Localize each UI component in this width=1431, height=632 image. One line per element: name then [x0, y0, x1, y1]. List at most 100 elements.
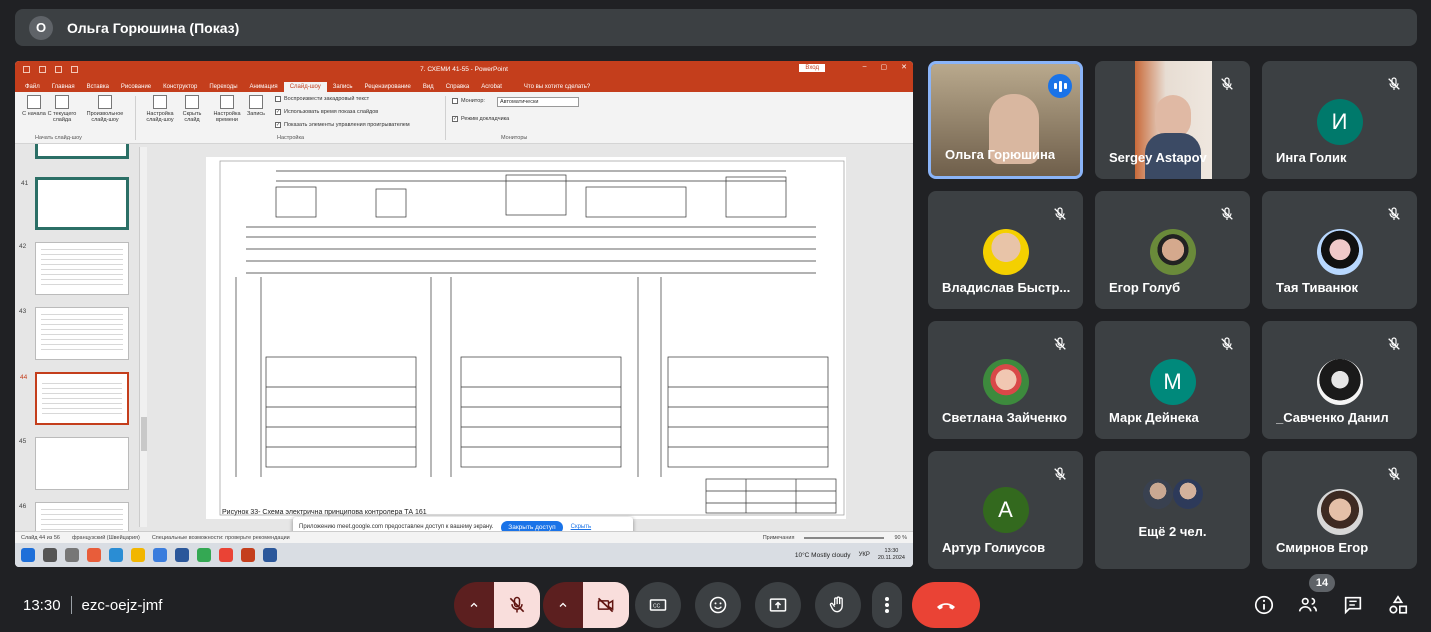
word-icon[interactable] — [263, 548, 277, 562]
participant-name: Егор Голуб — [1109, 280, 1181, 295]
participant-tile[interactable]: Sergey Astapov — [1095, 61, 1250, 179]
check-presenter-view[interactable]: ✓ Режим докладчика — [452, 116, 509, 122]
pp-status-bar: Слайд 44 из 56 французский (Швейцария) С… — [15, 531, 913, 543]
participant-tile[interactable]: Владислав Быстр... — [928, 191, 1083, 309]
presenter-bar[interactable]: О Ольга Горюшина (Показ) — [15, 9, 1417, 46]
meeting-details-button[interactable] — [1253, 594, 1275, 616]
custom-show-button[interactable]: Произвольное слайд-шоу — [81, 95, 129, 123]
rehearse-timings-button[interactable]: Настройка времени — [210, 95, 244, 123]
check-media-controls[interactable]: ✓ Показать элементы управления проигрыват… — [275, 122, 410, 128]
tab-transitions[interactable]: Переходы — [203, 82, 243, 92]
captions-button[interactable]: CC — [635, 582, 681, 628]
tab-record[interactable]: Запись — [327, 82, 359, 92]
tab-help[interactable]: Справка — [440, 82, 476, 92]
participant-tile[interactable]: А Артур Голиусов — [928, 451, 1083, 569]
app-icon[interactable] — [87, 548, 101, 562]
audio-options-button[interactable] — [454, 582, 494, 628]
tab-animations[interactable]: Анимация — [244, 82, 284, 92]
tab-insert[interactable]: Вставка — [81, 82, 115, 92]
shapes-icon — [1389, 595, 1408, 614]
more-options-button[interactable] — [872, 582, 902, 628]
search-icon[interactable] — [43, 548, 57, 562]
present-now-button[interactable] — [755, 582, 801, 628]
tab-draw[interactable]: Рисование — [115, 82, 157, 92]
checkbox-checked[interactable]: ✓ — [275, 122, 281, 128]
activities-button[interactable] — [1387, 594, 1409, 616]
notes-button[interactable]: Примечания — [763, 535, 795, 541]
current-slide[interactable]: Рисунок 33- Схема электрична принципова … — [206, 157, 846, 519]
chrome-icon[interactable] — [219, 548, 233, 562]
tab-design[interactable]: Конструктор — [157, 82, 203, 92]
checkbox-checked[interactable]: ✓ — [275, 109, 281, 115]
edge-icon[interactable] — [109, 548, 123, 562]
windows-start-icon[interactable] — [21, 548, 35, 562]
slide-thumbnail[interactable]: 42 — [19, 242, 129, 295]
language-indicator[interactable]: французский (Швейцария) — [72, 535, 140, 541]
scrollbar-thumb[interactable] — [141, 417, 147, 451]
chat-button[interactable] — [1342, 594, 1364, 616]
keyboard-language[interactable]: УКР — [859, 552, 870, 558]
setup-show-button[interactable]: Настройка слайд-шоу — [143, 95, 177, 123]
checkbox-checked[interactable]: ✓ — [452, 116, 458, 122]
camera-toggle-button[interactable] — [583, 582, 629, 628]
meeting-code[interactable]: ezc-oejz-jmf — [82, 597, 163, 614]
minimize-icon[interactable]: – — [863, 63, 867, 71]
pp-sign-in-button[interactable]: Вход — [799, 64, 825, 72]
slide-thumbnail[interactable]: 45 — [19, 437, 129, 490]
participant-tile[interactable]: Светлана Зайченко — [928, 321, 1083, 439]
weather-widget[interactable]: 10°C Mostly cloudy — [795, 552, 851, 559]
tab-review[interactable]: Рецензирование — [358, 82, 416, 92]
window-controls[interactable]: – ▢ ✕ — [863, 63, 907, 71]
tab-acrobat[interactable]: Acrobat — [475, 82, 508, 92]
people-button[interactable] — [1297, 594, 1319, 616]
status-right: Примечания 90 % — [763, 535, 913, 541]
participant-tile[interactable]: Смирнов Егор — [1262, 451, 1417, 569]
raise-hand-button[interactable] — [815, 582, 861, 628]
slide-thumbnail[interactable] — [35, 144, 129, 159]
check-timings[interactable]: ✓ Использовать время показа слайдов — [275, 109, 378, 115]
tell-me-search[interactable]: Что вы хотите сделать? — [518, 82, 596, 92]
hide-slide-button[interactable]: Скрыть слайд — [175, 95, 209, 123]
zoom-slider[interactable] — [804, 536, 885, 539]
from-current-button[interactable]: С текущего слайда — [45, 95, 79, 123]
slide-thumbnail[interactable]: 43 — [19, 307, 129, 360]
mic-toggle-button[interactable] — [494, 582, 540, 628]
taskbar-clock[interactable]: 13:30 20.11.2024 — [878, 548, 905, 562]
system-tray: УКР 13:30 20.11.2024 — [859, 548, 913, 562]
tab-slideshow[interactable]: Слайд-шоу — [283, 82, 327, 92]
record-button[interactable]: Запись — [243, 95, 269, 117]
tab-view[interactable]: Вид — [417, 82, 440, 92]
powerpoint-icon[interactable] — [241, 548, 255, 562]
hide-notification-link[interactable]: Скрыть — [571, 524, 591, 530]
participant-tile[interactable]: М Марк Дейнека — [1095, 321, 1250, 439]
video-options-button[interactable] — [543, 582, 583, 628]
participant-tile[interactable]: Ольга Горюшина — [928, 61, 1083, 179]
chrome-icon[interactable] — [197, 548, 211, 562]
thumbnail-scrollbar[interactable] — [139, 147, 147, 527]
store-icon[interactable] — [153, 548, 167, 562]
accessibility-status[interactable]: Специальные возможности: проверьте реком… — [152, 535, 290, 541]
schematic-diagram — [219, 160, 845, 516]
explorer-icon[interactable] — [131, 548, 145, 562]
participant-tile[interactable]: Егор Голуб — [1095, 191, 1250, 309]
participant-tile[interactable]: И Инга Голик — [1262, 61, 1417, 179]
leave-call-button[interactable] — [912, 582, 980, 628]
slide-thumbnail[interactable]: 41 — [21, 177, 129, 230]
reactions-button[interactable] — [695, 582, 741, 628]
tab-file[interactable]: Файл — [19, 82, 46, 92]
slide-thumbnail-selected[interactable]: 44 — [20, 372, 129, 425]
tab-home[interactable]: Главная — [46, 82, 81, 92]
close-icon[interactable]: ✕ — [901, 63, 907, 71]
word-icon[interactable] — [175, 548, 189, 562]
zoom-level[interactable]: 90 % — [894, 535, 907, 541]
participant-tile[interactable]: _Савченко Данил — [1262, 321, 1417, 439]
check-narration[interactable]: Воспроизвести закадровый текст — [275, 96, 369, 102]
task-view-icon[interactable] — [65, 548, 79, 562]
checkbox-unchecked[interactable] — [275, 96, 281, 102]
participant-tile[interactable]: Тая Тиванюк — [1262, 191, 1417, 309]
maximize-icon[interactable]: ▢ — [881, 63, 888, 71]
hide-slide-icon — [185, 95, 199, 109]
monitor-select[interactable]: Автоматически — [497, 97, 579, 107]
others-tile[interactable]: Ещё 2 чел. — [1095, 451, 1250, 569]
slide-thumbnail[interactable]: 46 — [19, 502, 129, 531]
